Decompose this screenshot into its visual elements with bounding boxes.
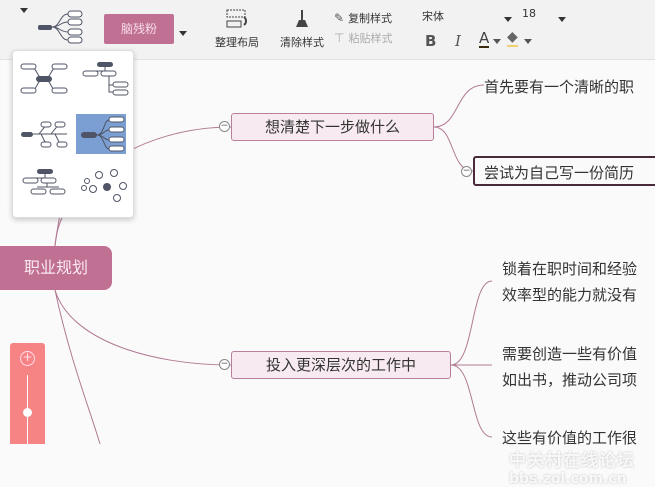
watermark-line2: bbs.zol.com.cn xyxy=(509,471,627,487)
layout-option-tree-down[interactable] xyxy=(19,167,69,207)
layout-option-mindmap[interactable] xyxy=(19,59,69,99)
layout-option-bubble[interactable] xyxy=(79,167,129,207)
leaf-node[interactable]: 需要创造一些有价值 xyxy=(502,343,637,364)
leaf-node[interactable]: 如出书，推动公司项 xyxy=(502,369,637,390)
leaf-node[interactable]: 效率型的能力就没有 xyxy=(502,284,637,305)
collapse-toggle[interactable]: − xyxy=(461,166,472,177)
leaf-node-selected[interactable]: 尝试为自己写一份简历 xyxy=(473,156,655,186)
collapse-toggle[interactable]: − xyxy=(219,121,230,132)
layout-option-right-tree-selected[interactable] xyxy=(76,114,126,154)
zoom-in-icon[interactable]: + xyxy=(20,351,35,366)
leaf-node[interactable]: 首先要有一个清晰的职 xyxy=(484,76,634,97)
watermark-line1: 中关村在线论坛 xyxy=(509,451,635,471)
watermark: 中关村在线论坛 bbs.zol.com.cn xyxy=(509,446,635,487)
layout-popup xyxy=(12,50,134,218)
zoom-slider[interactable]: + xyxy=(10,343,45,445)
layout-option-fishbone[interactable] xyxy=(19,114,69,154)
zoom-handle[interactable] xyxy=(23,408,32,417)
branch-node[interactable]: 想清楚下一步做什么 xyxy=(231,113,434,141)
layout-option-org-chart[interactable] xyxy=(79,59,129,99)
branch-node[interactable]: 投入更深层次的工作中 xyxy=(231,351,451,379)
leaf-node[interactable]: 这些有价值的工作很 xyxy=(502,427,637,448)
root-node[interactable]: 职业规划 xyxy=(0,246,112,290)
leaf-node[interactable]: 锁着在职时间和经验 xyxy=(502,258,637,279)
collapse-toggle[interactable]: − xyxy=(219,359,230,370)
